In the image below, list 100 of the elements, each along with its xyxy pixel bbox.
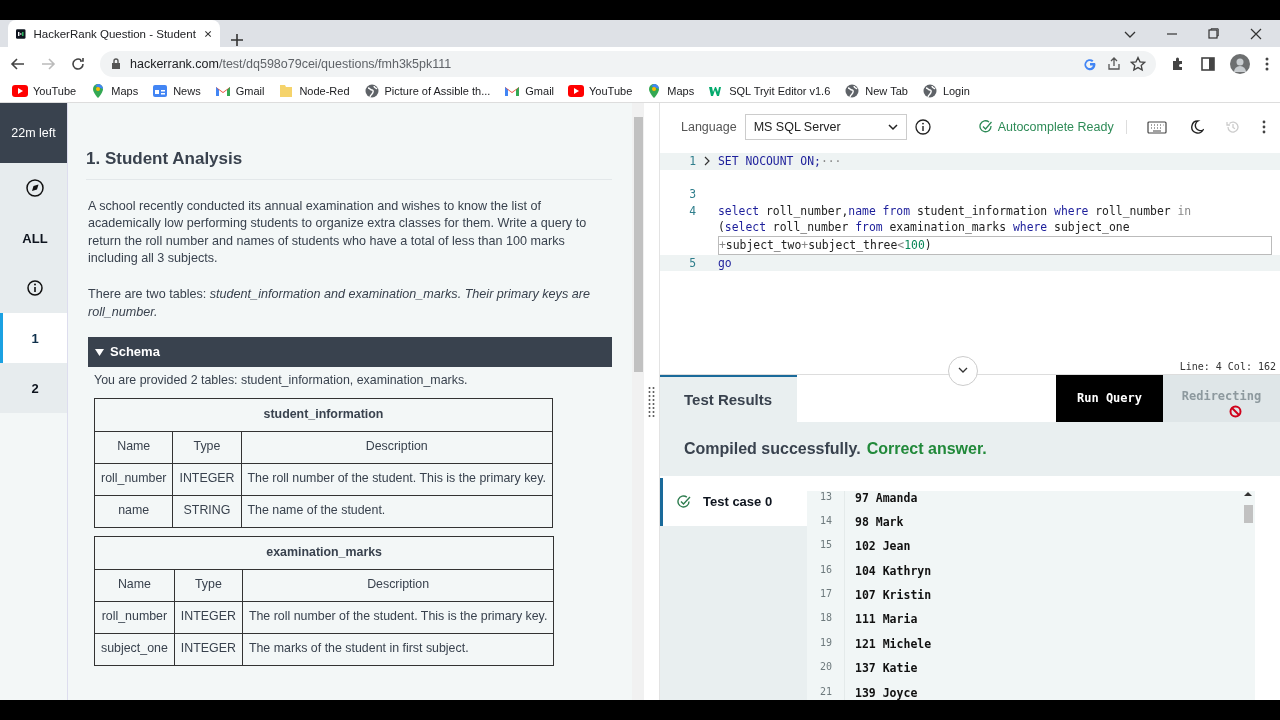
more-icon[interactable] — [1264, 55, 1270, 72]
results-tab[interactable]: Test Results — [660, 374, 797, 422]
address-bar[interactable]: hackerrank.com/test/dq598o79cei/questions/fmh3k5pk111 — [100, 50, 1156, 77]
table-cell: roll_number — [94, 601, 175, 634]
check-circle-icon — [978, 120, 993, 134]
restore-icon[interactable] — [1208, 28, 1220, 39]
globe-icon — [921, 83, 938, 99]
bookmark[interactable]: Maps — [646, 83, 695, 99]
star-icon[interactable] — [1130, 55, 1146, 72]
bookmark[interactable]: Maps — [90, 83, 139, 99]
line-number: 20 — [807, 661, 845, 686]
fold-chevron-icon[interactable] — [703, 156, 711, 167]
column-header: Name — [94, 431, 173, 464]
line-number: 18 — [807, 612, 845, 637]
column-header: Description — [242, 569, 554, 602]
output-line: 107 Kristin — [854, 588, 932, 603]
schema-intro: You are provided 2 tables: student_information, examination_marks. — [94, 372, 469, 390]
keyboard-icon[interactable] — [1146, 119, 1167, 135]
table-cell: STRING — [172, 495, 241, 528]
table-cell: INTEGER — [172, 463, 241, 496]
more-icon[interactable] — [1262, 119, 1266, 135]
globe-icon — [363, 83, 380, 99]
side-panel-icon[interactable] — [1200, 55, 1216, 72]
play-icon — [12, 83, 28, 99]
table-cell: The name of the student. — [241, 495, 553, 528]
line-number: 1 — [688, 153, 696, 170]
bookmark[interactable]: Gmail — [504, 83, 555, 99]
column-header: Name — [94, 569, 175, 602]
scrollbar-thumb[interactable] — [1243, 504, 1253, 523]
time-remaining: 22m left — [0, 103, 67, 163]
table-cell: The roll number of the student. This is the primary key. — [241, 463, 553, 496]
run-query-button[interactable]: Run Query — [1056, 374, 1163, 422]
line-number: 16 — [807, 563, 845, 589]
table-cell: INTEGER — [174, 633, 243, 666]
close-icon[interactable] — [1250, 27, 1262, 40]
line-number: 21 — [807, 685, 845, 700]
question-nav-item[interactable]: 1 — [0, 313, 67, 363]
avatar-icon[interactable] — [1230, 53, 1250, 74]
column-header: Description — [241, 431, 553, 464]
output-line: 97 Amanda — [854, 490, 918, 505]
back-arrow-icon[interactable] — [10, 55, 26, 72]
column-header: Type — [174, 569, 243, 602]
language-label: Language — [681, 120, 737, 134]
line-number: 13 — [807, 490, 845, 515]
table-cell: name — [94, 495, 173, 528]
plus-icon[interactable] — [230, 33, 244, 47]
share-icon[interactable] — [1106, 55, 1122, 72]
table-cell: subject_one — [94, 633, 175, 666]
line-number: 15 — [807, 539, 845, 564]
table-name: student_information — [94, 398, 553, 432]
bookmark[interactable]: Node-Red — [278, 83, 350, 99]
code-line: SET NOCOUNT ON;··· — [718, 153, 843, 170]
table-cell: The roll number of the student. This is the primary key. — [242, 601, 554, 634]
bookmark[interactable]: New Tab — [844, 83, 908, 99]
info-icon[interactable] — [914, 119, 931, 135]
newspaper-icon — [152, 83, 169, 99]
autocomplete-status: Autocomplete Ready — [997, 120, 1114, 134]
line-number: 3 — [688, 186, 696, 203]
bookmark[interactable]: Picture of Assible th... — [363, 83, 491, 99]
verdict: Correct answer. — [866, 439, 987, 458]
info-icon — [27, 280, 43, 296]
question-text: There are two tables: student_information and examination_marks. Their primary keys are roll_number. — [88, 285, 591, 321]
schema-header[interactable]: Schema — [88, 337, 612, 368]
folder-icon — [278, 83, 295, 99]
reload-icon[interactable] — [70, 55, 86, 72]
output-line: 137 Katie — [854, 661, 918, 676]
scrollbar-thumb[interactable] — [633, 117, 643, 372]
chevron-down-icon — [958, 367, 968, 374]
table-cell: The marks of the student in first subject. — [242, 633, 554, 666]
table-cell: INTEGER — [174, 601, 243, 634]
language-dropdown[interactable]: MS SQL Server — [744, 114, 907, 140]
chevron-down-icon — [887, 123, 898, 131]
lock-icon — [110, 57, 122, 70]
cursor-position: Line: 4 Col: 162 — [1179, 360, 1276, 372]
bookmark[interactable]: Login — [921, 83, 970, 99]
play-icon — [568, 83, 585, 99]
bookmark[interactable]: Gmail — [214, 83, 265, 99]
code-line: go — [718, 254, 733, 272]
globe-icon — [844, 83, 861, 99]
line-number: 5 — [688, 254, 696, 272]
site-logo-icon — [16, 26, 26, 41]
bookmark[interactable]: YouTube — [568, 83, 633, 99]
line-number: 17 — [807, 588, 845, 613]
line-number: 19 — [807, 636, 845, 662]
bookmark[interactable]: SQL Tryit Editor v1.6 — [708, 83, 831, 99]
compile-status: Compiled successfully. — [684, 439, 861, 458]
output-line: 104 Kathryn — [854, 563, 932, 578]
code-line: (select roll_number from examination_marks where subject_one — [718, 219, 1131, 236]
line-number: 4 — [688, 202, 696, 220]
table-cell: roll_number — [94, 463, 173, 496]
bookmark[interactable]: YouTube — [12, 83, 77, 99]
browser-tab[interactable]: HackerRank Question - Student — [8, 20, 220, 47]
output-line: 98 Mark — [854, 514, 904, 529]
output-line: 139 Joyce — [854, 685, 918, 700]
bookmark[interactable]: News — [152, 83, 201, 99]
scroll-up-icon[interactable] — [1244, 490, 1252, 497]
drag-handle-icon[interactable] — [648, 385, 655, 418]
no-entry-icon — [1229, 404, 1242, 418]
output-line: 121 Michele — [854, 636, 932, 651]
check-circle-icon — [677, 494, 691, 509]
